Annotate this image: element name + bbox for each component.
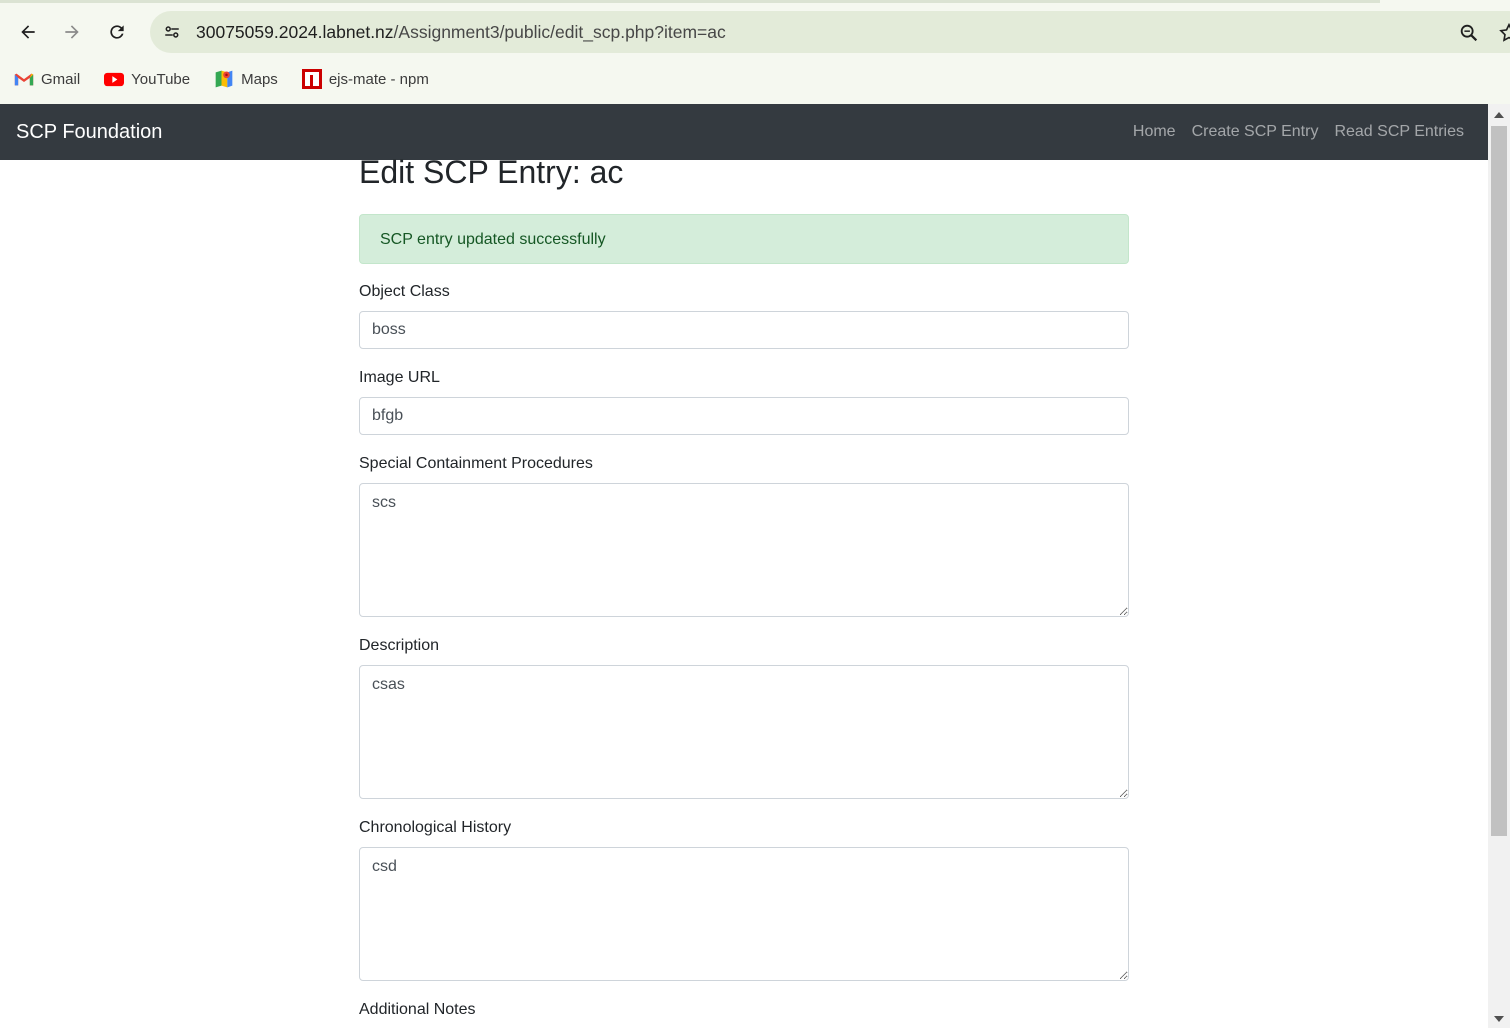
npm-icon [301, 69, 322, 89]
bookmark-label: Gmail [41, 70, 81, 88]
gmail-icon [14, 69, 34, 89]
bookmark-star-button[interactable] [1496, 20, 1510, 46]
url-text[interactable]: 30075059.2024.labnet.nz/Assignment3/publ… [196, 22, 726, 43]
page-title: Edit SCP Entry: ac [359, 154, 624, 190]
navbar-links: Home Create SCP Entry Read SCP Entries [1125, 123, 1472, 141]
history-textarea[interactable]: csd [359, 847, 1129, 981]
nav-link-read-scp-entries[interactable]: Read SCP Entries [1326, 123, 1472, 141]
address-bar[interactable]: 30075059.2024.labnet.nz/Assignment3/publ… [150, 11, 1510, 53]
nav-link-home[interactable]: Home [1125, 123, 1184, 141]
url-path: /Assignment3/public/edit_scp.php?item=ac [393, 22, 726, 42]
scroll-up-arrow-icon[interactable] [1494, 112, 1504, 118]
bookmarks-bar: Gmail YouTube Maps ejs-mate - npm [0, 64, 439, 94]
image-url-input[interactable] [359, 397, 1129, 435]
bookmark-youtube[interactable]: YouTube [90, 64, 200, 94]
forward-arrow-icon [65, 25, 79, 39]
bookmark-ejs-mate[interactable]: ejs-mate - npm [288, 64, 439, 94]
scroll-down-arrow-icon[interactable] [1494, 1016, 1504, 1022]
image-url-label: Image URL [359, 369, 440, 386]
bookmark-label: YouTube [131, 70, 191, 88]
site-navbar: SCP Foundation Home Create SCP Entry Rea… [0, 104, 1488, 160]
site-info-button[interactable] [158, 18, 186, 46]
description-label: Description [359, 637, 440, 654]
bookmark-label: Maps [241, 70, 278, 88]
history-label: Chronological History [359, 819, 512, 836]
description-textarea[interactable]: csas [359, 665, 1129, 799]
object-class-input[interactable] [359, 311, 1129, 349]
reload-button[interactable] [103, 18, 131, 46]
forward-button[interactable] [58, 18, 86, 46]
magnifier-icon [1460, 24, 1478, 42]
zoom-button[interactable] [1456, 20, 1482, 46]
containment-label: Special Containment Procedures [359, 455, 593, 472]
bookmark-maps[interactable]: Maps [200, 64, 288, 94]
browser-chrome: 30075059.2024.labnet.nz/Assignment3/publ… [0, 0, 1510, 104]
bookmark-label: ejs-mate - npm [328, 70, 429, 88]
scrollbar-thumb[interactable] [1491, 126, 1507, 836]
url-host: 30075059.2024.labnet.nz [196, 22, 394, 42]
back-button[interactable] [14, 18, 42, 46]
success-alert: SCP entry updated successfully [359, 214, 1129, 264]
star-icon [1499, 22, 1510, 42]
nav-link-create-scp-entry[interactable]: Create SCP Entry [1184, 123, 1327, 141]
vertical-scrollbar[interactable] [1488, 104, 1510, 1028]
reload-icon [110, 25, 124, 39]
back-arrow-icon [21, 25, 35, 39]
additional-notes-label: Additional Notes [359, 1001, 476, 1018]
maps-icon [214, 69, 234, 89]
tune-icon [165, 26, 179, 38]
bookmark-gmail[interactable]: Gmail [0, 64, 90, 94]
containment-textarea[interactable]: scs [359, 483, 1129, 617]
navbar-brand[interactable]: SCP Foundation [16, 121, 162, 144]
tab-strip-edge [0, 0, 1380, 3]
youtube-icon [104, 69, 125, 89]
object-class-label: Object Class [359, 283, 450, 300]
